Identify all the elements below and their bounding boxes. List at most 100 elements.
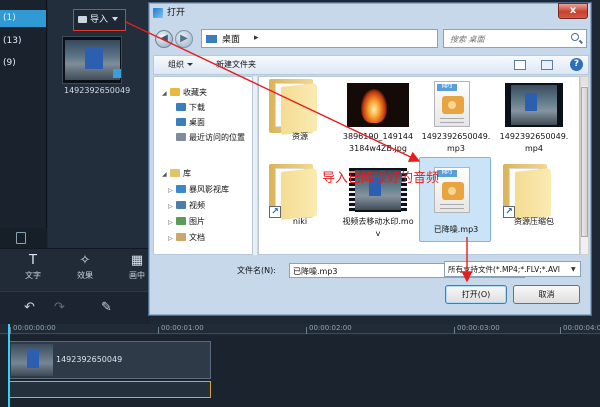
dialog-title: 打开 (167, 8, 186, 18)
address-text: 桌面 (222, 35, 241, 45)
mp3-file-icon: MP3 (434, 167, 474, 213)
ruler-tick: 00:00:03:00 (454, 324, 500, 334)
nav-item-libraries[interactable]: ◢ 库 (162, 168, 191, 179)
import-button-label: 导入 (90, 15, 109, 25)
folder-icon (269, 79, 317, 135)
timeline-ruler[interactable]: 00:00:00:00 00:00:01:00 00:00:02:00 00:0… (0, 324, 600, 334)
recent-places-icon (176, 133, 186, 141)
file-item-image[interactable]: 3896190_1491443184w4ZB.jpg (342, 79, 414, 163)
documents-folder-icon (176, 233, 186, 241)
scrollbar-thumb[interactable] (581, 87, 588, 237)
close-button[interactable]: x (558, 3, 588, 19)
nav-item-desktop[interactable]: 桌面 (174, 117, 205, 128)
nav-item-documents[interactable]: ▷ 文档 (168, 232, 205, 243)
edit-clip-icon[interactable]: ✎ (101, 300, 112, 315)
address-bar[interactable]: 桌面 ▸ ▼ ↻ (201, 29, 481, 48)
video-thumbnail-icon (505, 83, 563, 127)
search-input[interactable] (450, 32, 568, 46)
effects-tool-label: 效果 (77, 271, 93, 280)
nav-item-recent[interactable]: 最近访问的位置 (174, 132, 245, 143)
annotation-text: 导入已降噪好的音频 (322, 171, 440, 186)
file-name: 视频去移动水印.mov (342, 217, 414, 238)
star-icon (170, 88, 180, 96)
file-name: niki (292, 217, 308, 226)
forward-button[interactable]: ▶ (175, 30, 193, 48)
filetype-select[interactable]: 所有支持文件(*.MP4;*.FLV;*.AVI ▼ (444, 261, 581, 277)
download-folder-icon (176, 103, 186, 111)
view-options-icon[interactable] (514, 60, 526, 70)
preview-pane-icon[interactable] (541, 60, 553, 70)
file-name: 资源压缩包 (514, 217, 554, 226)
back-button[interactable]: ◀ (155, 30, 173, 48)
image-thumbnail-icon (347, 83, 409, 127)
organize-menu[interactable]: 组织 (168, 59, 193, 70)
playhead[interactable] (8, 324, 10, 407)
effects-tool-button[interactable]: ✧ 效果 (62, 249, 108, 292)
text-icon: T (29, 253, 37, 268)
folder-icon: ↗ (269, 164, 317, 220)
nav-item-video-library[interactable]: ▷ 暴风影视库 (168, 184, 229, 195)
library-footer (0, 228, 47, 248)
help-icon[interactable]: ? (570, 58, 583, 71)
address-row: ◀ ▶ 桌面 ▸ ▼ ↻ (153, 28, 589, 50)
ruler-tick: 00:00:01:00 (158, 324, 204, 334)
import-button[interactable]: 导入 (73, 9, 126, 31)
library-sidebar: (1) (13) (9) (0, 0, 47, 248)
timeline-toolbar: ↶ ↷ ✎ (0, 291, 150, 324)
search-icon[interactable] (571, 33, 579, 41)
file-name: 1492392650049.mp3 (421, 132, 491, 153)
undo-icon[interactable]: ↶ (24, 300, 35, 315)
ruler-tick: 00:00:04:00 (560, 324, 600, 334)
ruler-tick: 00:00:02:00 (306, 324, 352, 334)
file-name: 资源 (292, 132, 308, 141)
desktop-icon (206, 35, 217, 43)
text-tool-label: 文字 (25, 271, 41, 280)
file-name: 1492392650049.mp4 (499, 132, 569, 153)
library-icon (170, 169, 180, 177)
navigation-pane: ◢ 收藏夹 下载 桌面 最近访问的位置 ◢ 库 ▷ 暴风影视库 ▷ 视频 ▷ 图片 ▷ 文档 (153, 76, 253, 255)
library-item-2[interactable]: (13) (0, 33, 46, 50)
mp3-file-icon: MP3 (434, 81, 474, 127)
redo-icon[interactable]: ↷ (54, 300, 65, 315)
library-item-3[interactable]: (9) (0, 55, 46, 72)
scroll-up-arrow[interactable] (581, 77, 588, 86)
folder-icon: ↗ (503, 164, 551, 220)
folder-icon (78, 16, 87, 23)
file-icon[interactable] (16, 232, 26, 244)
chevron-down-icon (112, 17, 119, 21)
audio-clip[interactable] (8, 381, 211, 398)
videos-folder-icon (176, 201, 186, 209)
clip-thumbnail (11, 344, 53, 376)
media-thumbnail[interactable] (62, 36, 122, 84)
library-item-1[interactable]: (1) (0, 10, 46, 27)
file-name: 已降噪.mp3 (433, 225, 479, 234)
video-library-icon (176, 185, 186, 193)
cancel-button[interactable]: 取消 (513, 285, 580, 304)
nav-item-favorites[interactable]: ◢ 收藏夹 (162, 87, 207, 98)
media-thumbnail-label: 1492392650049 (64, 86, 131, 95)
pictures-folder-icon (176, 217, 186, 225)
ruler-tick: 00:00:00:00 (10, 324, 56, 334)
file-item-folder[interactable]: 资源 (264, 79, 336, 163)
nav-item-downloads[interactable]: 下载 (174, 102, 205, 113)
video-frame-detail (85, 47, 103, 69)
video-clip-label: 1492392650049 (56, 355, 123, 364)
open-button[interactable]: 打开(O) (445, 285, 507, 304)
command-bar: 组织 新建文件夹 ? (153, 55, 589, 75)
magic-wand-icon: ✧ (79, 253, 91, 268)
breadcrumb-separator[interactable]: ▸ (254, 33, 259, 43)
file-list-scrollbar[interactable] (580, 76, 589, 255)
file-list: 资源 3896190_1491443184w4ZB.jpg MP3 149239… (258, 76, 580, 255)
nav-item-videos[interactable]: ▷ 视频 (168, 200, 205, 211)
desktop-icon (176, 118, 186, 126)
file-item-folder-shortcut[interactable]: ↗ 资源压缩包 (498, 164, 570, 248)
text-tool-button[interactable]: T 文字 (10, 249, 56, 292)
new-folder-button[interactable]: 新建文件夹 (216, 59, 256, 70)
nav-item-pictures[interactable]: ▷ 图片 (168, 216, 205, 227)
file-item-audio[interactable]: MP3 1492392650049.mp3 (420, 79, 492, 163)
open-file-dialog: 打开 x ◀ ▶ 桌面 ▸ ▼ ↻ 组织 新建文件夹 ? ◢收藏夹 下载 桌面 … (148, 2, 592, 316)
filetype-value: 所有支持文件(*.MP4;*.FLV;*.AVI (448, 265, 560, 274)
file-item-video[interactable]: 1492392650049.mp4 (498, 79, 570, 163)
navigation-scrollbar[interactable] (253, 76, 257, 255)
chevron-down-icon[interactable]: ▼ (571, 266, 576, 273)
